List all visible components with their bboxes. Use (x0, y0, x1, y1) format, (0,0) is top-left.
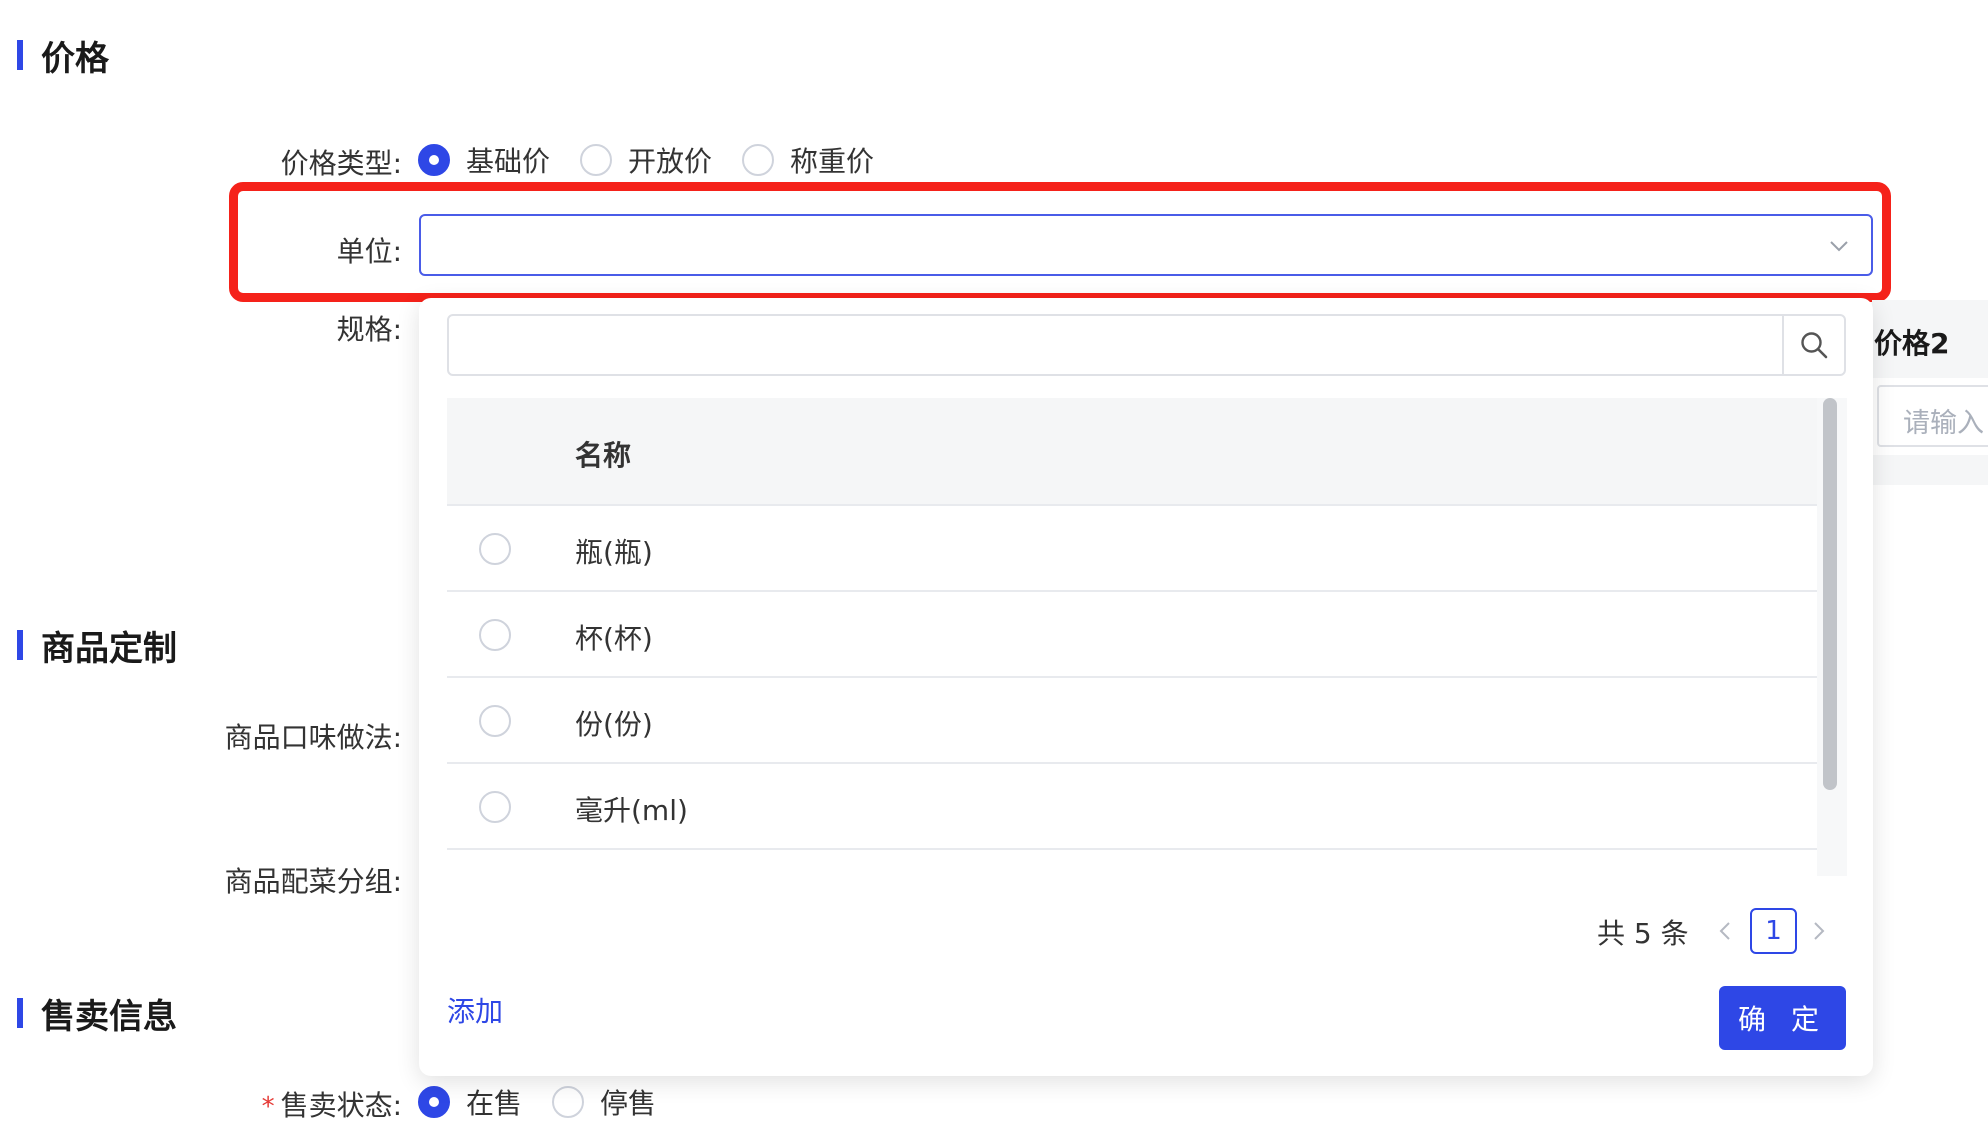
price-type-option-label: 开放价 (628, 145, 713, 178)
price-type-option-basic[interactable]: 基础价 (418, 140, 550, 180)
search-icon[interactable] (1799, 330, 1829, 360)
row-name: 毫升(ml) (575, 794, 688, 827)
unit-dropdown-panel: 名称 瓶(瓶) 杯(杯) 份(份) 毫升(ml) 共 5 条 1 添加 确 定 (419, 298, 1873, 1076)
row-radio-icon[interactable] (479, 533, 511, 565)
radio-unchecked-icon[interactable] (580, 144, 613, 176)
chevron-left-icon[interactable] (1715, 920, 1735, 942)
sale-status-label-wrap: * 售卖状态: (262, 1084, 402, 1124)
price-type-option-label: 基础价 (466, 145, 551, 178)
table-scrollbar-thumb[interactable] (1823, 398, 1837, 790)
sale-status-option-off[interactable]: 停售 (552, 1082, 656, 1122)
radio-unchecked-icon[interactable] (552, 1086, 585, 1118)
spec-label: 规格: (336, 313, 402, 346)
row-name: 份(份) (575, 708, 653, 741)
price2-input-placeholder: 请输入 (1903, 408, 1984, 439)
price-type-label: 价格类型: (280, 147, 402, 180)
table-row[interactable]: 毫升(ml) (447, 764, 1817, 850)
radio-checked-icon[interactable] (418, 1086, 450, 1118)
table-row[interactable]: 瓶(瓶) (447, 506, 1817, 592)
section-sales: 售卖信息 (17, 996, 177, 1037)
radio-unchecked-icon[interactable] (742, 144, 775, 176)
chevron-right-icon[interactable] (1809, 920, 1829, 942)
pager-total: 共 5 条 (1597, 917, 1689, 950)
row-name: 瓶(瓶) (575, 536, 653, 569)
unit-search-button[interactable] (1782, 316, 1844, 374)
column-header-name: 名称 (575, 439, 632, 472)
price-type-option-open[interactable]: 开放价 (580, 140, 712, 180)
confirm-button[interactable]: 确 定 (1719, 986, 1846, 1050)
sale-status-option-label: 停售 (600, 1087, 657, 1120)
section-accent-bar (17, 998, 23, 1028)
section-title-price: 价格 (41, 38, 109, 79)
price-type-option-weighed[interactable]: 称重价 (742, 140, 874, 180)
sale-status-label: 售卖状态: (280, 1089, 402, 1122)
side-group-label: 商品配菜分组: (224, 865, 402, 898)
sale-status-option-label: 在售 (466, 1087, 523, 1120)
section-accent-bar (17, 40, 23, 70)
required-mark: * (261, 1092, 275, 1122)
unit-table: 名称 瓶(瓶) 杯(杯) 份(份) 毫升(ml) (447, 398, 1817, 876)
section-title-customize: 商品定制 (41, 628, 177, 669)
row-radio-icon[interactable] (479, 705, 511, 737)
price2-column-header: 价格2 (1874, 327, 1950, 360)
price2-column-footer-bg (1872, 455, 1988, 485)
section-accent-bar (17, 630, 23, 660)
section-title-sales: 售卖信息 (41, 996, 177, 1037)
price-type-option-label: 称重价 (790, 145, 875, 178)
highlight-frame (229, 182, 1891, 302)
price2-input[interactable]: 请输入 (1877, 385, 1988, 447)
radio-checked-icon[interactable] (418, 144, 450, 176)
unit-search-input[interactable] (449, 316, 1784, 374)
flavor-label: 商品口味做法: (224, 721, 402, 754)
table-row[interactable]: 份(份) (447, 678, 1817, 764)
section-customize: 商品定制 (17, 628, 177, 669)
row-radio-icon[interactable] (479, 791, 511, 823)
sale-status-option-on[interactable]: 在售 (418, 1082, 522, 1122)
price-type-radio-group: 基础价 开放价 称重价 (418, 140, 904, 180)
sale-status-radio-group: 在售 停售 (418, 1082, 686, 1122)
row-radio-icon[interactable] (479, 619, 511, 651)
add-unit-link[interactable]: 添加 (447, 990, 503, 1030)
table-row[interactable]: 杯(杯) (447, 592, 1817, 678)
unit-table-header: 名称 (447, 398, 1817, 506)
row-name: 杯(杯) (575, 622, 653, 655)
pager-page-current[interactable]: 1 (1750, 908, 1797, 954)
unit-search-box[interactable] (447, 314, 1846, 376)
section-price: 价格 (17, 38, 109, 79)
